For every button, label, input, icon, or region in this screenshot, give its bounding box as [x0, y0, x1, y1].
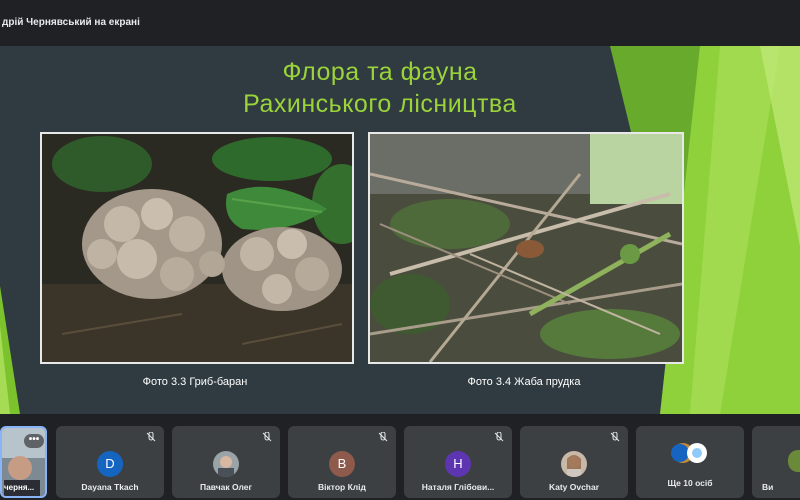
participant-tile[interactable]: Павчак Олег — [172, 426, 280, 498]
photo-mushroom — [40, 132, 354, 364]
participant-name: Віктор Клід — [318, 482, 366, 492]
avatar — [213, 451, 239, 477]
mic-off-icon — [610, 432, 620, 442]
presentation-slide: Флора та фауна Рахинського лісництва Фот… — [0, 46, 800, 414]
photo-lizard — [368, 132, 684, 364]
photo-caption-1: Фото 3.3 Гриб-баран — [142, 376, 248, 388]
mic-off-icon — [262, 432, 272, 442]
photo-caption-2: Фото 3.4 Жаба прудка — [467, 376, 581, 388]
mic-off-icon — [378, 432, 388, 442]
avatar — [561, 451, 587, 477]
participant-name: Katy Ovchar — [548, 482, 600, 492]
avatar: Н — [445, 451, 471, 477]
participant-tile[interactable]: Н Наталя Глібови... — [404, 426, 512, 498]
slide-title-line-1: Флора та фауна — [282, 58, 478, 86]
participant-name: Ви — [762, 482, 774, 492]
participant-name: Павчак Олег — [199, 482, 253, 492]
participant-tile[interactable]: D Dayana Tkach — [56, 426, 164, 498]
more-participants-tile[interactable]: Ще 10 осіб — [636, 426, 744, 498]
avatar — [788, 450, 800, 472]
self-video-tile[interactable]: ••• черня... — [0, 426, 47, 498]
participant-name: Dayana Tkach — [81, 482, 139, 492]
self-name: черня... — [4, 483, 35, 492]
mic-off-icon — [494, 432, 504, 442]
participant-tile[interactable]: Katy Ovchar — [520, 426, 628, 498]
avatar: D — [97, 451, 123, 477]
slide-title: Флора та фауна Рахинського лісництва — [120, 56, 640, 120]
presenter-indicator: дрій Чернявський на екрані — [2, 17, 140, 28]
more-options-button[interactable]: ••• — [24, 434, 44, 448]
mic-off-icon — [146, 432, 156, 442]
group-avatars — [668, 442, 712, 464]
slide-title-line-2: Рахинського лісництва — [243, 90, 517, 118]
avatar: В — [329, 451, 355, 477]
more-participants-label: Ще 10 осіб — [667, 478, 713, 488]
participant-tile[interactable]: В Віктор Клід — [288, 426, 396, 498]
self-tile[interactable]: Ви — [752, 426, 800, 498]
top-bar: дрій Чернявський на екрані — [0, 0, 800, 44]
participant-name: Наталя Глібови... — [421, 482, 495, 492]
